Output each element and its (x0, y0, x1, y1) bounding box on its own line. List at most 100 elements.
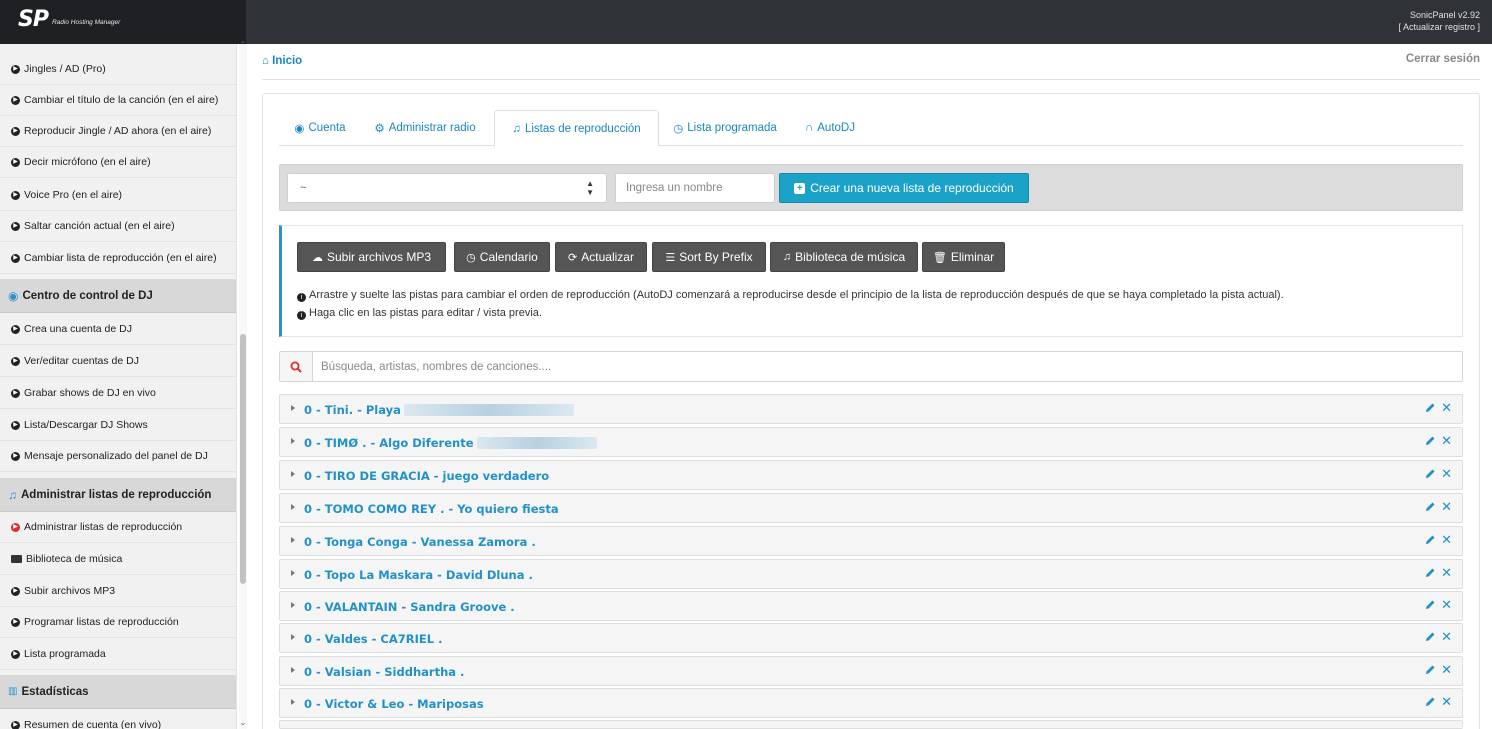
breadcrumb-label: Inicio (272, 55, 303, 67)
pencil-icon[interactable] (1425, 664, 1436, 678)
delete-x-icon[interactable]: ✕ (1441, 467, 1452, 481)
sidebar-item-say-mic[interactable]: ▶ Decir micrófono (en el aire) (0, 147, 236, 178)
sidebar-header-dj[interactable]: ◉ Centro de control de DJ (0, 279, 236, 313)
playlist-select-value: ~ (300, 182, 307, 194)
delete-x-icon[interactable]: ✕ (1441, 533, 1452, 547)
sort-by-prefix-button[interactable]: ☰ Sort By Prefix (652, 242, 766, 272)
tab-label: Listas de reproducción (524, 122, 641, 135)
track-row[interactable]: 0 - TIMØ . - Algo Diferente ✕ (279, 427, 1463, 457)
sidebar-item-music-library[interactable]: Biblioteca de música (0, 544, 236, 575)
track-row[interactable]: 0 - Victor & Leo - Mariposas ✕ (279, 688, 1463, 718)
sidebar-item-scheduled-list[interactable]: ▶ Lista programada (0, 639, 236, 670)
breadcrumb[interactable]: ⌂ Inicio (262, 55, 302, 67)
pencil-icon[interactable] (1425, 599, 1436, 613)
sidebar-header-stats[interactable]: ▥ Estadísticas (0, 675, 236, 709)
divider (262, 79, 1480, 80)
pencil-icon[interactable] (1425, 468, 1436, 482)
list-ordered-icon: ☰ (665, 251, 676, 264)
logout-link[interactable]: Cerrar sesión (1406, 53, 1480, 65)
sidebar-item-voice-pro[interactable]: ▶ Voice Pro (en el aire) (0, 180, 236, 211)
delete-button[interactable]: 🗑 Eliminar (922, 242, 1005, 272)
sidebar-item-account-summary[interactable]: ▶ Resumen de cuenta (en vivo) (0, 710, 236, 729)
delete-x-icon[interactable]: ✕ (1441, 434, 1452, 448)
tab-account[interactable]: ◉ Cuenta (281, 110, 359, 146)
select-arrows-icon: ▲ ▼ (586, 179, 594, 197)
delete-x-icon[interactable]: ✕ (1441, 500, 1452, 514)
sidebar-item-label: Reproducir Jingle / AD ahora (en el aire… (24, 125, 212, 137)
search-input[interactable] (314, 352, 1454, 381)
track-row[interactable]: 0 - VALANTAIN - Sandra Groove . ✕ (279, 591, 1463, 621)
sidebar-item-label: Biblioteca de música (26, 553, 123, 565)
sidebar-item-change-playlist[interactable]: ▶ Cambiar lista de reproducción (en el ai… (0, 243, 236, 274)
delete-x-icon[interactable]: ✕ (1441, 598, 1452, 612)
tab-playlists[interactable]: ♫ Listas de reproducción (494, 110, 659, 147)
track-row[interactable]: 0 - Valdes - CA7RIEL . ✕ (279, 623, 1463, 653)
circle-arrow-icon: ▶ (11, 221, 20, 231)
home-icon: ⌂ (262, 55, 273, 67)
delete-x-icon[interactable]: ✕ (1441, 630, 1452, 644)
update-registry-link[interactable]: [ Actualizar registro ] (1398, 21, 1480, 33)
sidebar-header-playlists[interactable]: ♫ Administrar listas de reproducción (0, 478, 236, 512)
pencil-icon[interactable] (1425, 631, 1436, 645)
delete-x-icon[interactable]: ✕ (1441, 695, 1452, 709)
calendar-button[interactable]: ◷ Calendario (454, 242, 550, 272)
pencil-icon[interactable] (1425, 501, 1436, 515)
track-search (279, 351, 1463, 382)
sidebar-item-dj-message[interactable]: ▶ Mensaje personalizado del panel de DJ (0, 441, 236, 472)
pencil-icon[interactable] (1425, 567, 1436, 581)
circle-arrow-icon: ▶ (11, 324, 20, 334)
track-row[interactable]: 0 - Tini. - Playa ✕ (279, 394, 1463, 424)
logo[interactable]: SP Radio Hosting Manager (18, 9, 120, 31)
sidebar-header-label: Centro de control de DJ (22, 289, 153, 302)
sidebar-item-upload-mp3[interactable]: ▶ Subir archivos MP3 (0, 576, 236, 607)
tab-autodj[interactable]: ∩ AutoDJ (795, 110, 865, 146)
track-title: 0 - Tini. - Playa (304, 403, 574, 417)
track-row[interactable]: 0 - Topo La Maskara - David Dluna . ✕ (279, 559, 1463, 589)
music-library-button[interactable]: ♫ Biblioteca de música (770, 242, 918, 272)
upload-mp3-button[interactable]: ☁ Subir archivos MP3 (297, 242, 446, 272)
sidebar-item-label: Cambiar lista de reproducción (en el air… (24, 252, 217, 264)
pencil-icon[interactable] (1425, 435, 1436, 449)
sidebar: ▶ Jingles / AD (Pro) ▶ Cambiar el título d… (0, 44, 237, 729)
playlist-name-input[interactable] (615, 173, 775, 203)
track-row[interactable]: 0 - Tonga Conga - Vanessa Zamora . ✕ (279, 526, 1463, 556)
track-row[interactable]: 0 - TOMO COMO REY . - Yo quiero fiesta ✕ (279, 493, 1463, 523)
track-row[interactable]: 0 - Valsian - Siddhartha . ✕ (279, 656, 1463, 686)
delete-x-icon[interactable]: ✕ (1441, 566, 1452, 580)
sidebar-item-schedule-playlists[interactable]: ▶ Programar listas de reproducción (0, 607, 236, 638)
tab-scheduled-list[interactable]: ◷ Lista programada (663, 110, 787, 146)
sidebar-scrollbar[interactable]: ⌃ ⌄ (239, 40, 247, 729)
sidebar-item-play-jingle[interactable]: ▶ Reproducir Jingle / AD ahora (en el air… (0, 116, 236, 147)
sidebar-item-create-dj[interactable]: ▶ Crea una cuenta de DJ (0, 314, 236, 345)
scroll-down-icon[interactable]: ⌄ (239, 718, 247, 727)
track-row[interactable] (279, 720, 1463, 729)
sidebar-item-change-title[interactable]: ▶ Cambiar el título de la canción (en el … (0, 85, 236, 116)
sidebar-item-list-dj-shows[interactable]: ▶ Lista/Descargar DJ Shows (0, 410, 236, 441)
pencil-icon[interactable] (1425, 402, 1436, 416)
create-playlist-button[interactable]: + Crear una nueva lista de reproducción (779, 173, 1029, 203)
sidebar-item-record-dj[interactable]: ▶ Grabar shows de DJ en vivo (0, 378, 236, 409)
scrollbar-thumb[interactable] (240, 334, 246, 584)
caret-right-icon (291, 602, 295, 608)
caret-right-icon (291, 405, 295, 411)
sidebar-item-edit-dj[interactable]: ▶ Ver/editar cuentas de DJ (0, 346, 236, 377)
scroll-up-icon[interactable]: ⌃ (239, 40, 247, 49)
refresh-button[interactable]: ⟳ Actualizar (555, 242, 647, 272)
sidebar-item-manage-playlists[interactable]: ▶ Administrar listas de reproducción (0, 512, 236, 543)
pencil-icon[interactable] (1425, 534, 1436, 548)
delete-x-icon[interactable]: ✕ (1441, 663, 1452, 677)
tab-manage-radio[interactable]: ⚙ Administrar radio (361, 110, 489, 146)
circle-arrow-icon: ▶ (11, 157, 20, 167)
sidebar-item-jingles[interactable]: ▶ Jingles / AD (Pro) (0, 54, 236, 85)
track-title: 0 - Valdes - CA7RIEL . (304, 632, 443, 646)
playlist-select[interactable]: ~ ▲ ▼ (287, 173, 607, 203)
version-label: SonicPanel v2.92 (1409, 10, 1480, 20)
sidebar-item-skip-song[interactable]: ▶ Saltar canción actual (en el aire) (0, 211, 236, 242)
sidebar-item-label: Voice Pro (en el aire) (24, 189, 123, 201)
sidebar-item-label: Administrar listas de reproducción (24, 521, 183, 533)
delete-x-icon[interactable]: ✕ (1441, 401, 1452, 415)
caret-right-icon (291, 634, 295, 640)
track-row[interactable]: 0 - TIRO DE GRACIA - juego verdadero ✕ (279, 460, 1463, 490)
track-title: 0 - TIRO DE GRACIA - juego verdadero (304, 469, 550, 483)
pencil-icon[interactable] (1425, 696, 1436, 710)
